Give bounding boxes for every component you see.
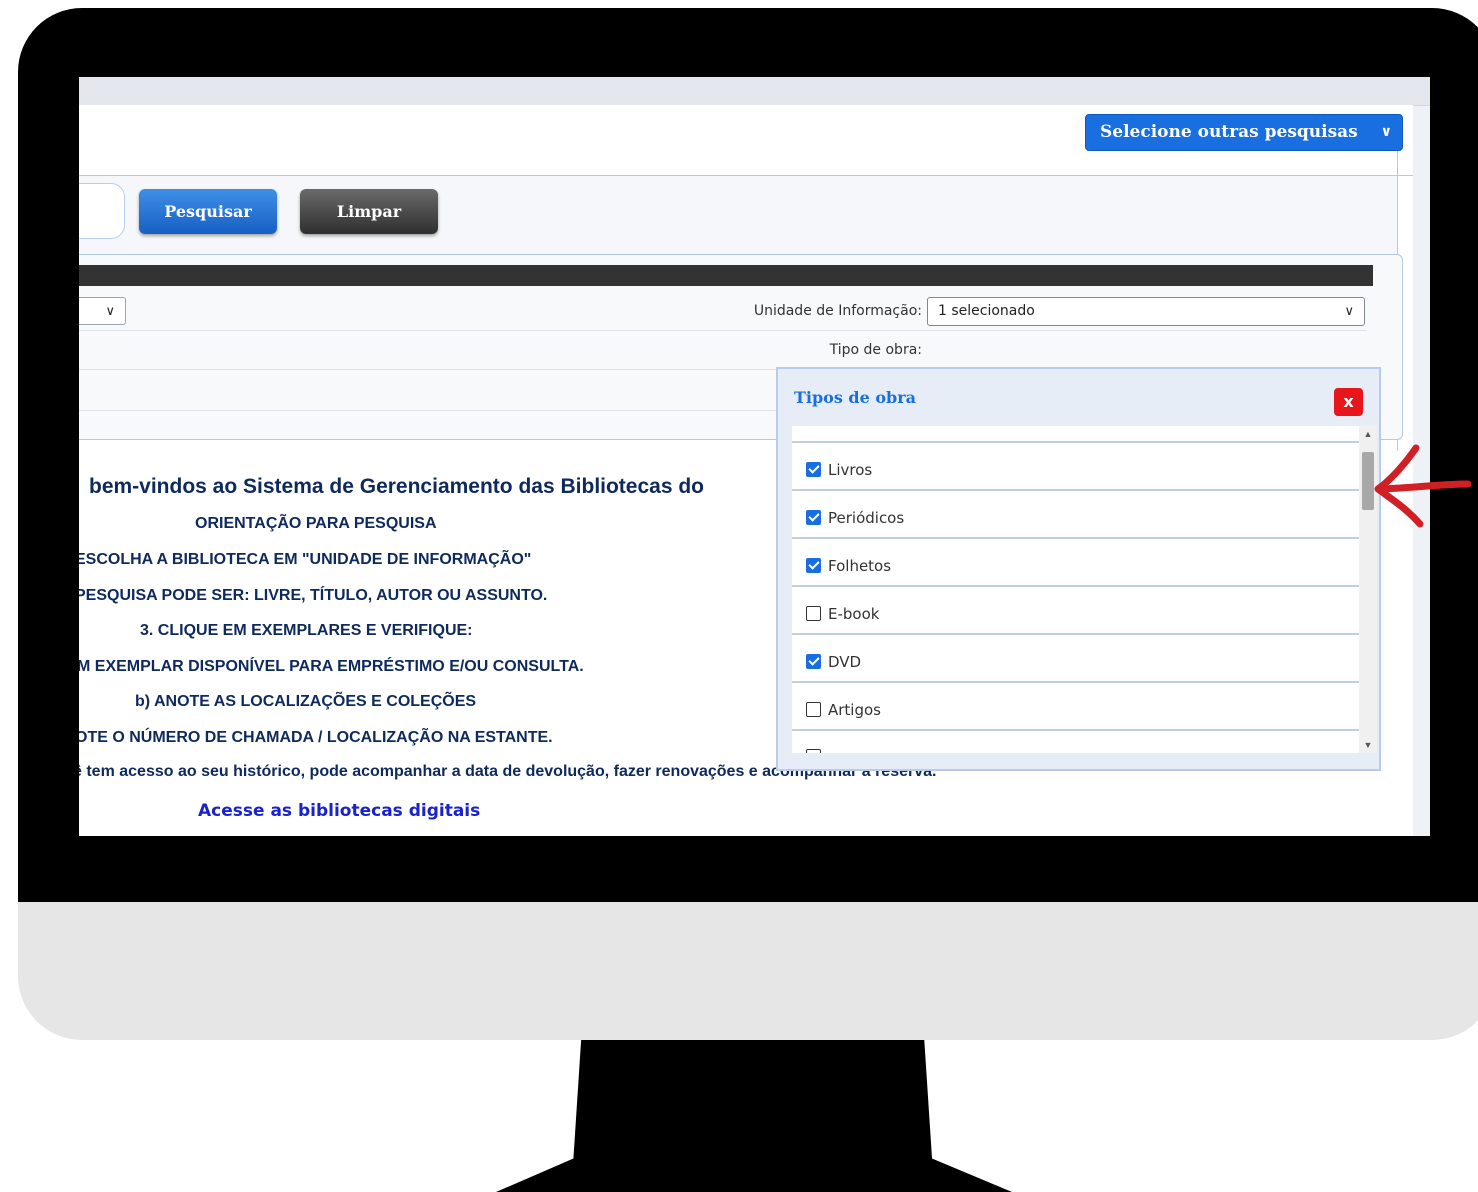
work-type-option-folhetos[interactable]: Folhetos [806,555,1346,603]
checkbox-dvd[interactable] [806,654,821,669]
chevron-down-icon: ∨ [105,303,115,318]
welcome-line: M EXEMPLAR DISPONÍVEL PARA EMPRÉSTIMO E/… [79,658,584,675]
screen: Selecione outras pesquisas ∨ Pesquisar L… [79,77,1430,836]
option-label: Folhetos [828,557,892,575]
search-input[interactable] [79,183,125,239]
work-type-option-dvd[interactable]: DVD [806,651,1346,699]
work-type-label: Tipo de obra: [829,342,922,358]
list-divider [792,633,1359,635]
checkbox-partial[interactable] [806,749,821,753]
page: Selecione outras pesquisas ∨ Pesquisar L… [79,105,1413,836]
option-label: E-book [828,605,880,623]
unit-select[interactable]: 1 selecionado ∨ [927,297,1365,326]
work-type-option-partial[interactable] [806,746,1346,753]
option-label: Livros [828,461,873,479]
select-other-searches-dropdown[interactable]: Selecione outras pesquisas ∨ [1085,114,1403,151]
list-divider [792,537,1359,539]
welcome-line: PESQUISA PODE SER: LIVRE, TÍTULO, AUTOR … [79,587,548,604]
monitor-stand [496,1040,1012,1192]
chevron-down-icon: ∨ [1380,124,1392,140]
list-divider [792,729,1359,731]
annotation-arrow-icon [1374,444,1472,528]
select-other-searches-label: Selecione outras pesquisas [1100,122,1358,142]
checkbox-artigos[interactable] [806,702,821,717]
work-types-popup: Tipos de obra x Livros Periódicos Folhet… [776,367,1381,771]
list-divider [792,441,1359,443]
unit-select-value: 1 selecionado [938,303,1035,319]
option-label: Periódicos [828,509,905,527]
chevron-down-icon: ∨ [1344,304,1354,319]
welcome-line: ORIENTAÇÃO PARA PESQUISA [195,515,437,532]
filter-row-divider [79,330,1367,331]
list-divider [792,585,1359,587]
list-divider [792,489,1359,491]
welcome-line: b) ANOTE AS LOCALIZAÇÕES E COLEÇÕES [135,693,477,710]
welcome-title: bem-vindos ao Sistema de Gerenciamento d… [89,475,705,498]
browser-top-strip [79,77,1430,106]
clear-button[interactable]: Limpar [300,189,438,234]
work-type-option-artigos[interactable]: Artigos [806,699,1346,747]
option-label: Artigos [828,701,881,719]
close-button[interactable]: x [1334,388,1363,416]
unit-label: Unidade de Informação: [753,303,922,319]
welcome-line: OTE O NÚMERO DE CHAMADA / LOCALIZAÇÃO NA… [79,729,553,746]
monitor-chin [18,902,1478,1040]
scroll-down-arrow-icon[interactable]: ▼ [1359,737,1377,753]
work-type-option-livros[interactable]: Livros [806,459,1346,507]
popup-title: Tipos de obra [794,388,917,407]
checkbox-ebook[interactable] [806,606,821,621]
work-type-option-periodicos[interactable]: Periódicos [806,507,1346,555]
filters-header-bar [79,265,1373,286]
work-types-list: Livros Periódicos Folhetos E-book DVD Ar… [792,426,1359,753]
checkbox-folhetos[interactable] [806,558,821,573]
search-field-select[interactable]: ∨ [79,297,126,325]
work-type-option-ebook[interactable]: E-book [806,603,1346,651]
welcome-line: 3. CLIQUE EM EXEMPLARES E VERIFIQUE: [140,622,473,639]
checkbox-periodicos[interactable] [806,510,821,525]
digital-libraries-link[interactable]: Acesse as bibliotecas digitais [198,801,480,821]
search-button[interactable]: Pesquisar [139,189,277,234]
welcome-line: ESCOLHA A BIBLIOTECA EM "UNIDADE DE INFO… [79,551,532,568]
checkbox-livros[interactable] [806,462,821,477]
list-divider [792,681,1359,683]
option-label: DVD [828,653,862,671]
